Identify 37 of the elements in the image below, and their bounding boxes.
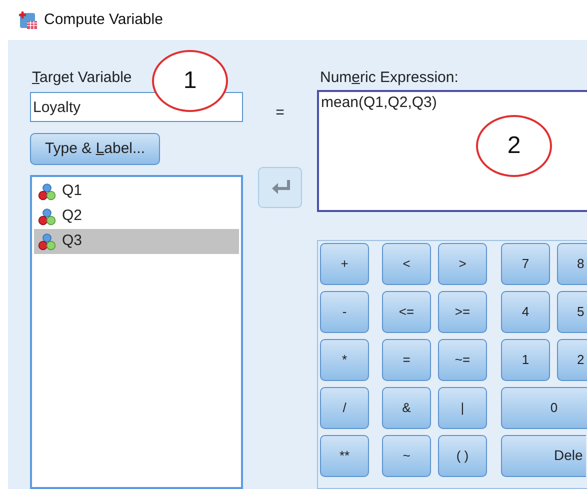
keypad-key[interactable]: =: [382, 338, 431, 381]
variable-item[interactable]: Q3: [34, 229, 239, 254]
keypad-key[interactable]: &: [382, 386, 431, 429]
type-label-button[interactable]: Type & Label...: [30, 133, 160, 165]
equals-sign: =: [276, 103, 284, 123]
move-button[interactable]: [258, 166, 302, 208]
keypad-key[interactable]: <=: [382, 290, 431, 333]
keypad-key[interactable]: 7: [501, 242, 550, 285]
keypad-key[interactable]: >: [438, 242, 487, 285]
keypad-key[interactable]: ( ): [438, 434, 487, 477]
keypad-key[interactable]: /: [320, 386, 369, 429]
keypad-key[interactable]: 4: [501, 290, 550, 333]
variable-item[interactable]: Q2: [34, 204, 239, 229]
keypad-key[interactable]: <: [382, 242, 431, 285]
keypad-key[interactable]: +: [320, 242, 369, 285]
keypad-key[interactable]: 5: [557, 290, 587, 333]
keypad-key[interactable]: 0: [501, 386, 587, 429]
variable-icon: [38, 182, 56, 200]
variable-icon: [38, 208, 56, 226]
delete-button[interactable]: Dele: [501, 434, 586, 477]
return-arrow-icon: [270, 178, 290, 196]
keypad-key[interactable]: 1: [501, 338, 550, 381]
keypad-key[interactable]: >=: [438, 290, 487, 333]
keypad-key[interactable]: -: [320, 290, 369, 333]
keypad-key[interactable]: 2: [557, 338, 587, 381]
calculator-icon: [18, 10, 38, 30]
target-variable-label: Target Variable: [31, 68, 132, 88]
keypad-key[interactable]: ~: [382, 434, 431, 477]
keypad-key[interactable]: **: [320, 434, 369, 477]
window-title: Compute Variable: [44, 10, 163, 30]
variable-item[interactable]: Q1: [34, 179, 239, 204]
keypad-key[interactable]: *: [320, 338, 369, 381]
keypad-key[interactable]: 8: [557, 242, 587, 285]
keypad-key[interactable]: |: [438, 386, 487, 429]
variable-icon: [38, 232, 56, 250]
keypad-key[interactable]: ~=: [438, 338, 487, 381]
numeric-expression-label: Numeric Expression:: [319, 68, 458, 88]
